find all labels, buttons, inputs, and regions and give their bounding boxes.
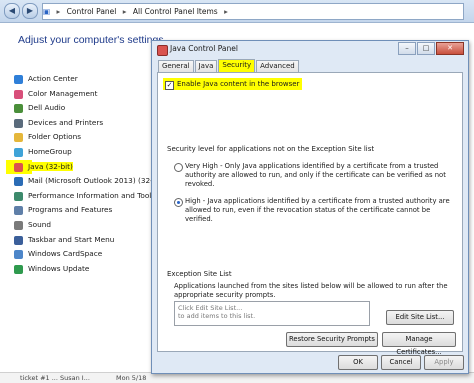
applet-item[interactable]: Action Center bbox=[14, 72, 160, 87]
control-panel-titlebar: ◀ ▶ ▣ ▸ Control Panel ▸ All Control Pane… bbox=[0, 0, 474, 23]
java-icon bbox=[14, 162, 23, 172]
applet-item[interactable]: HomeGroup bbox=[14, 145, 160, 160]
applet-label: Devices and Printers bbox=[28, 117, 104, 127]
breadcrumb-root-icon: ▣ bbox=[43, 7, 51, 16]
applet-label: Dell Audio bbox=[28, 103, 66, 113]
high-option[interactable]: High - Java applications identified by a… bbox=[174, 197, 454, 223]
taskbar-icon bbox=[14, 235, 23, 245]
applet-list: Action Center Color Management Dell Audio D… bbox=[14, 72, 165, 277]
cardspace-icon bbox=[14, 250, 23, 260]
applet-item[interactable]: Folder Options bbox=[14, 130, 160, 145]
breadcrumb-separator: ▸ bbox=[224, 7, 228, 16]
enable-java-label: Enable Java content in the browser bbox=[177, 80, 300, 88]
applet-label: Programs and Features bbox=[28, 205, 113, 215]
breadcrumb[interactable]: ▣ ▸ Control Panel ▸ All Control Panel It… bbox=[42, 3, 464, 20]
dialog-title: Java Control Panel bbox=[170, 44, 238, 53]
applet-label: HomeGroup bbox=[28, 146, 72, 156]
site-list-placeholder-line: Click Edit Site List... bbox=[178, 304, 243, 312]
security-level-label: Security level for applications not on t… bbox=[167, 145, 375, 153]
tab-strip: General Java Security Advanced bbox=[158, 59, 300, 72]
applet-item[interactable]: Programs and Features bbox=[14, 203, 160, 218]
breadcrumb-control-panel[interactable]: Control Panel bbox=[67, 7, 117, 16]
flag-icon bbox=[14, 75, 23, 84]
maximize-button[interactable]: □ bbox=[417, 42, 435, 55]
applet-item[interactable]: Performance Information and Tools bbox=[14, 189, 160, 204]
applet-label: Sound bbox=[28, 219, 51, 229]
very-high-option[interactable]: Very High - Only Java applications ident… bbox=[174, 162, 454, 188]
page-title: Adjust your computer's settings bbox=[18, 34, 164, 46]
applet-label: Action Center bbox=[28, 74, 78, 83]
breadcrumb-separator: ▸ bbox=[56, 7, 61, 16]
exception-site-list-description: Applications launched from the sites lis… bbox=[174, 282, 448, 299]
applet-item[interactable]: Devices and Printers bbox=[14, 116, 160, 131]
applet-label: Windows CardSpace bbox=[28, 249, 103, 259]
applet-item[interactable]: Windows CardSpace bbox=[14, 247, 160, 262]
exception-site-list-box[interactable]: Click Edit Site List... to add items to t… bbox=[174, 301, 370, 326]
sound-icon bbox=[14, 220, 23, 230]
exception-site-list-label: Exception Site List bbox=[167, 270, 232, 278]
tab-java[interactable]: Java bbox=[194, 60, 218, 72]
apply-button[interactable]: Apply bbox=[424, 355, 464, 370]
high-label: High - Java applications identified by a… bbox=[185, 197, 450, 223]
close-button[interactable]: ✕ bbox=[436, 42, 464, 55]
folder-icon bbox=[14, 133, 23, 143]
applet-item[interactable]: Mail (Microsoft Outlook 2013) (32-bit) bbox=[14, 174, 165, 189]
audio-icon bbox=[14, 104, 23, 114]
applet-item[interactable]: Color Management bbox=[14, 87, 160, 102]
manage-certificates-button[interactable]: Manage Certificates... bbox=[382, 332, 456, 356]
applet-item[interactable]: Dell Audio bbox=[14, 101, 160, 116]
very-high-label: Very High - Only Java applications ident… bbox=[185, 162, 446, 188]
edit-site-list-button[interactable]: Edit Site List... bbox=[386, 310, 454, 325]
homegroup-icon bbox=[14, 147, 23, 157]
forward-button[interactable]: ▶ bbox=[22, 3, 38, 19]
printer-icon bbox=[14, 118, 23, 128]
minimize-button[interactable]: – bbox=[398, 42, 416, 55]
applet-item[interactable]: Java (32-bit) bbox=[14, 160, 160, 175]
breadcrumb-all-items[interactable]: All Control Panel Items bbox=[133, 7, 218, 16]
site-list-placeholder-line: to add items to this list. bbox=[178, 312, 256, 320]
very-high-radio[interactable] bbox=[174, 163, 183, 172]
applet-label: Performance Information and Tools bbox=[28, 190, 156, 200]
enable-java-row[interactable]: ✓ Enable Java content in the browser bbox=[163, 78, 303, 90]
programs-icon bbox=[14, 206, 23, 216]
color-icon bbox=[14, 89, 23, 99]
tab-advanced[interactable]: Advanced bbox=[256, 60, 299, 72]
performance-icon bbox=[14, 191, 23, 201]
applet-label: Mail (Microsoft Outlook 2013) (32-bit) bbox=[28, 176, 166, 186]
enable-java-checkbox[interactable]: ✓ bbox=[165, 81, 174, 90]
security-tab-panel: ✓ Enable Java content in the browser Secu… bbox=[157, 72, 463, 356]
applet-label: Color Management bbox=[28, 88, 98, 98]
java-icon bbox=[157, 45, 168, 56]
ok-button[interactable]: OK bbox=[338, 355, 378, 370]
tab-general[interactable]: General bbox=[158, 60, 194, 72]
applet-item[interactable]: Sound bbox=[14, 218, 160, 233]
update-icon bbox=[14, 264, 23, 274]
restore-security-prompts-button[interactable]: Restore Security Prompts bbox=[286, 332, 378, 347]
high-radio[interactable] bbox=[174, 198, 183, 207]
java-control-panel-dialog: Java Control Panel – □ ✕ General Java Secu… bbox=[151, 40, 469, 374]
applet-label: Taskbar and Start Menu bbox=[28, 234, 115, 244]
applet-item[interactable]: Taskbar and Start Menu bbox=[14, 233, 160, 248]
applet-label: Java (32-bit) bbox=[28, 161, 73, 171]
cancel-button[interactable]: Cancel bbox=[381, 355, 421, 370]
back-button[interactable]: ◀ bbox=[4, 3, 20, 19]
applet-item[interactable]: Windows Update bbox=[14, 262, 160, 277]
breadcrumb-separator: ▸ bbox=[122, 7, 127, 16]
tab-security[interactable]: Security bbox=[218, 59, 256, 72]
mail-icon bbox=[14, 177, 23, 187]
applet-label: Windows Update bbox=[28, 263, 90, 273]
dialog-titlebar[interactable]: Java Control Panel – □ ✕ bbox=[152, 41, 468, 59]
applet-label: Folder Options bbox=[28, 132, 82, 142]
